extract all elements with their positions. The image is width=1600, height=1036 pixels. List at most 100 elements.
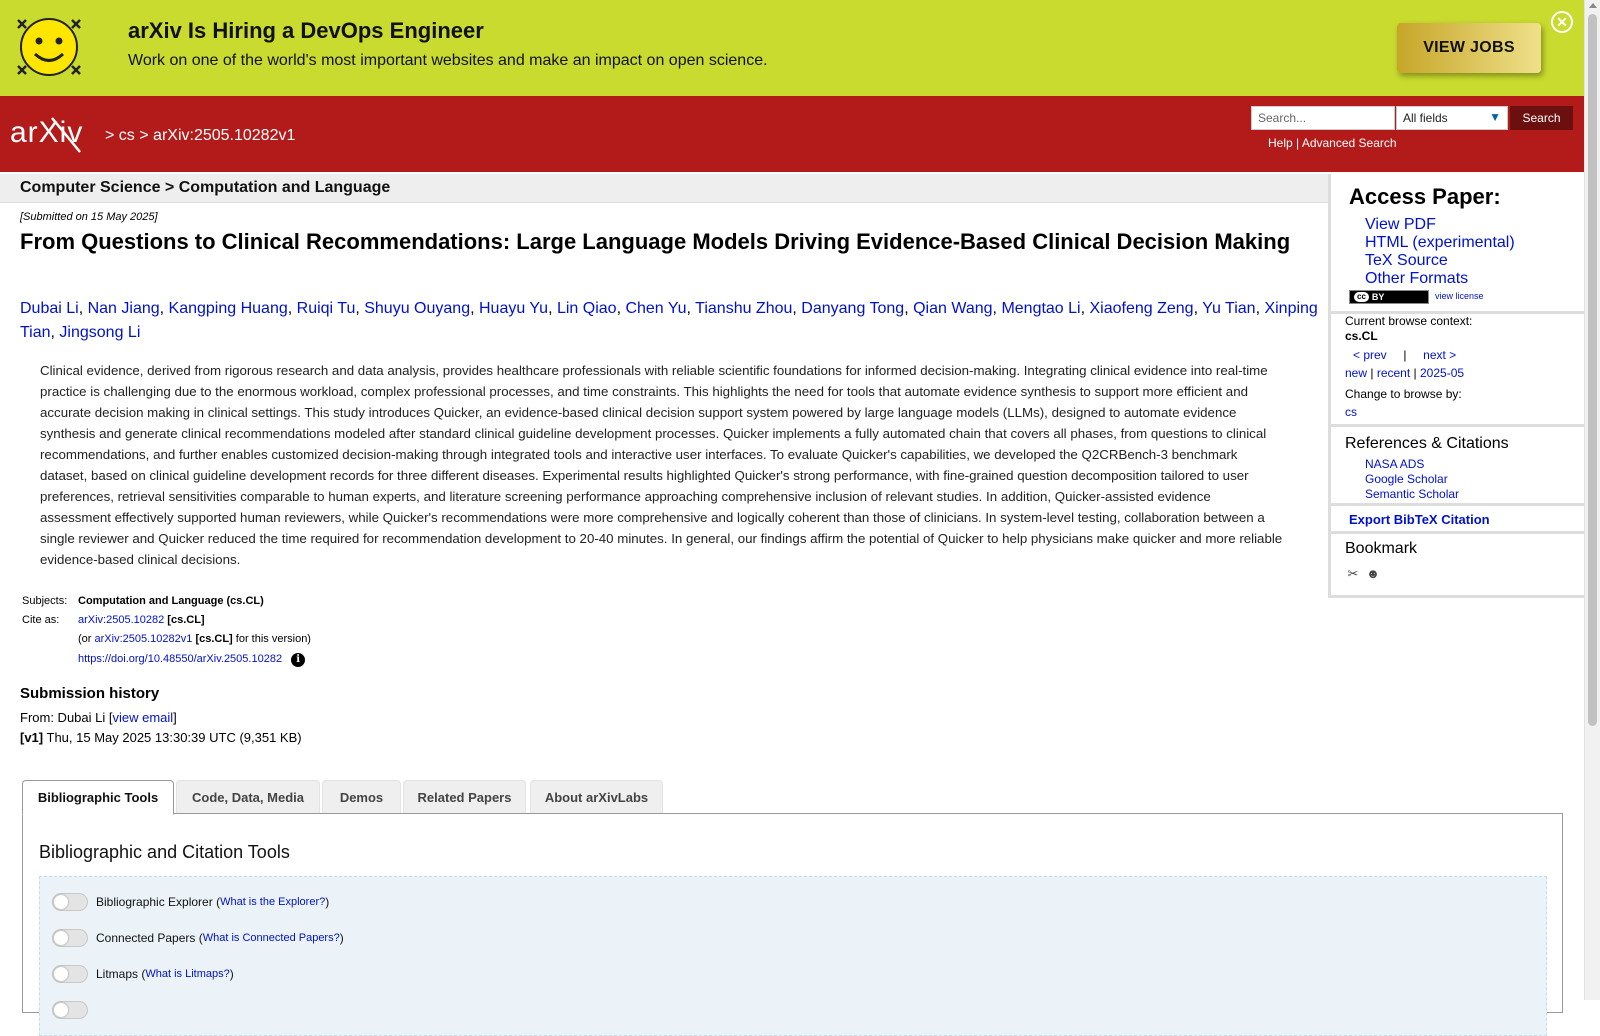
month-link[interactable]: 2025-05 [1420, 366, 1464, 380]
v1-label: [v1] [20, 730, 44, 745]
author-link[interactable]: Jingsong Li [59, 324, 140, 341]
cite-version-suffix: for this version) [235, 633, 311, 645]
bibsonomy-icon[interactable]: ✂ [1345, 566, 1361, 582]
author-link[interactable]: Shuyu Ouyang [364, 300, 470, 317]
page-scrollbar[interactable] [1584, 0, 1600, 1000]
author-list: Dubai Li, Nan Jiang, Kangping Huang, Rui… [20, 297, 1320, 345]
tool-info-link[interactable]: What is Connected Papers? [203, 932, 340, 944]
view-jobs-button[interactable]: VIEW JOBS [1397, 23, 1541, 73]
author-separator: , [470, 300, 479, 317]
search-field-value: All fields [1403, 111, 1448, 125]
submission-history-title: Submission history [20, 685, 160, 702]
help-links: Help | Advanced Search [1268, 136, 1397, 150]
cite-link[interactable]: arXiv:2505.10282 [78, 614, 164, 626]
cite-version-link[interactable]: arXiv:2505.10282v1 [95, 633, 193, 645]
search-field-select[interactable]: All fields ▼ [1396, 106, 1508, 130]
doi-link[interactable]: https://doi.org/10.48550/arXiv.2505.1028… [78, 653, 282, 665]
other-formats-link[interactable]: Other Formats [1365, 270, 1468, 288]
author-link[interactable]: Kangping Huang [169, 300, 288, 317]
toggle-switch[interactable] [52, 893, 88, 911]
author-link[interactable]: Chen Yu [625, 300, 686, 317]
tool-info-link[interactable]: What is the Explorer? [220, 896, 325, 908]
view-pdf-link[interactable]: View PDF [1365, 216, 1436, 234]
tab-about-arxivlabs[interactable]: About arXivLabs [530, 780, 663, 813]
reddit-icon[interactable]: ☻ [1365, 566, 1381, 582]
tool-partial [52, 1001, 96, 1019]
author-link[interactable]: Huayu Yu [479, 300, 548, 317]
next-link[interactable]: next > [1423, 348, 1456, 362]
author-separator: , [159, 300, 169, 317]
subjects-label: Subjects: [22, 595, 68, 607]
access-paper-box: Access Paper: View PDF HTML (experimenta… [1328, 174, 1584, 314]
panel-title: Bibliographic and Citation Tools [39, 842, 290, 862]
close-icon[interactable]: ✕ [1551, 11, 1573, 33]
google-scholar-link[interactable]: Google Scholar [1365, 472, 1448, 486]
subject-bar: Computer Science > Computation and Langu… [0, 174, 1328, 203]
author-separator: , [287, 300, 297, 317]
semantic-scholar-link[interactable]: Semantic Scholar [1365, 487, 1459, 501]
access-paper-title: Access Paper: [1349, 184, 1501, 209]
toggle-switch[interactable] [52, 929, 88, 947]
tool-name: Bibliographic Explorer [96, 895, 213, 909]
scroll-thumb[interactable] [1588, 14, 1597, 726]
references-box: References & Citations NASA ADS Google S… [1328, 427, 1584, 506]
tab-code-data-media[interactable]: Code, Data, Media [176, 780, 320, 813]
author-link[interactable]: Dubai Li [20, 300, 79, 317]
cc-mark: cc [1354, 292, 1369, 302]
cc-license-badge[interactable]: cc BY [1349, 290, 1429, 304]
toggle-switch[interactable] [52, 965, 88, 983]
nasa-ads-link[interactable]: NASA ADS [1365, 457, 1424, 471]
author-link[interactable]: Yu Tian [1202, 300, 1255, 317]
author-link[interactable]: Danyang Tong [801, 300, 904, 317]
author-link[interactable]: Qian Wang [913, 300, 992, 317]
view-license-link[interactable]: view license [1435, 291, 1484, 301]
author-link[interactable]: Mengtao Li [1001, 300, 1080, 317]
author-separator: , [904, 300, 914, 317]
scroll-up-icon[interactable] [1589, 3, 1597, 8]
bookmark-box: Bookmark ✂ ☻ [1328, 534, 1584, 598]
info-icon[interactable]: i [291, 653, 306, 667]
from-prefix: From: Dubai Li [ [20, 710, 113, 725]
breadcrumb-cs[interactable]: cs [119, 127, 135, 144]
prev-link[interactable]: < prev [1353, 348, 1387, 362]
arxiv-logo[interactable]: arXiv [10, 114, 102, 154]
help-link[interactable]: Help [1268, 136, 1293, 150]
author-link[interactable]: Ruiqi Tu [297, 300, 356, 317]
html-link[interactable]: HTML (experimental) [1365, 234, 1515, 252]
author-link[interactable]: Xiaofeng Zeng [1090, 300, 1194, 317]
nav-sep: | [1370, 366, 1374, 380]
tool-litmaps: Litmaps (What is Litmaps?) [52, 965, 234, 983]
tab-demos[interactable]: Demos [322, 780, 401, 813]
search-input[interactable]: Search... [1251, 106, 1395, 130]
toggle-switch[interactable] [52, 1001, 88, 1019]
new-link[interactable]: new [1345, 366, 1367, 380]
author-separator: , [686, 300, 696, 317]
change-browse-label: Change to browse by: [1345, 387, 1462, 401]
browse-cs-link[interactable]: cs [1345, 405, 1357, 419]
nav-sep: | [1403, 348, 1407, 362]
tool-info-link[interactable]: What is Litmaps? [145, 968, 229, 980]
author-separator: , [78, 300, 88, 317]
author-link[interactable]: Tianshu Zhou [695, 300, 792, 317]
recent-link[interactable]: recent [1377, 366, 1410, 380]
cite-or: (or [78, 633, 92, 645]
view-email-link[interactable]: view email [112, 710, 173, 725]
breadcrumb-sep: > [105, 127, 115, 144]
author-link[interactable]: Lin Qiao [557, 300, 617, 317]
tex-source-link[interactable]: TeX Source [1365, 252, 1448, 270]
advanced-search-link[interactable]: Advanced Search [1302, 136, 1397, 150]
search-button[interactable]: Search [1510, 106, 1573, 130]
author-link[interactable]: Nan Jiang [88, 300, 160, 317]
tab-bibliographic-tools[interactable]: Bibliographic Tools [22, 780, 174, 815]
references-title: References & Citations [1345, 435, 1509, 452]
export-bibtex-link[interactable]: Export BibTeX Citation [1349, 512, 1490, 527]
tab-related-papers[interactable]: Related Papers [403, 780, 526, 813]
chevron-down-icon: ▼ [1489, 110, 1501, 124]
author-separator: , [1193, 300, 1203, 317]
author-separator: , [792, 300, 802, 317]
context-value: cs.CL [1345, 329, 1378, 343]
tool-name: Connected Papers [96, 931, 196, 945]
cc-label: BY [1371, 292, 1385, 302]
subject-bar-text: Computer Science > Computation and Langu… [20, 179, 391, 196]
abstract: Clinical evidence, derived from rigorous… [40, 363, 1283, 567]
